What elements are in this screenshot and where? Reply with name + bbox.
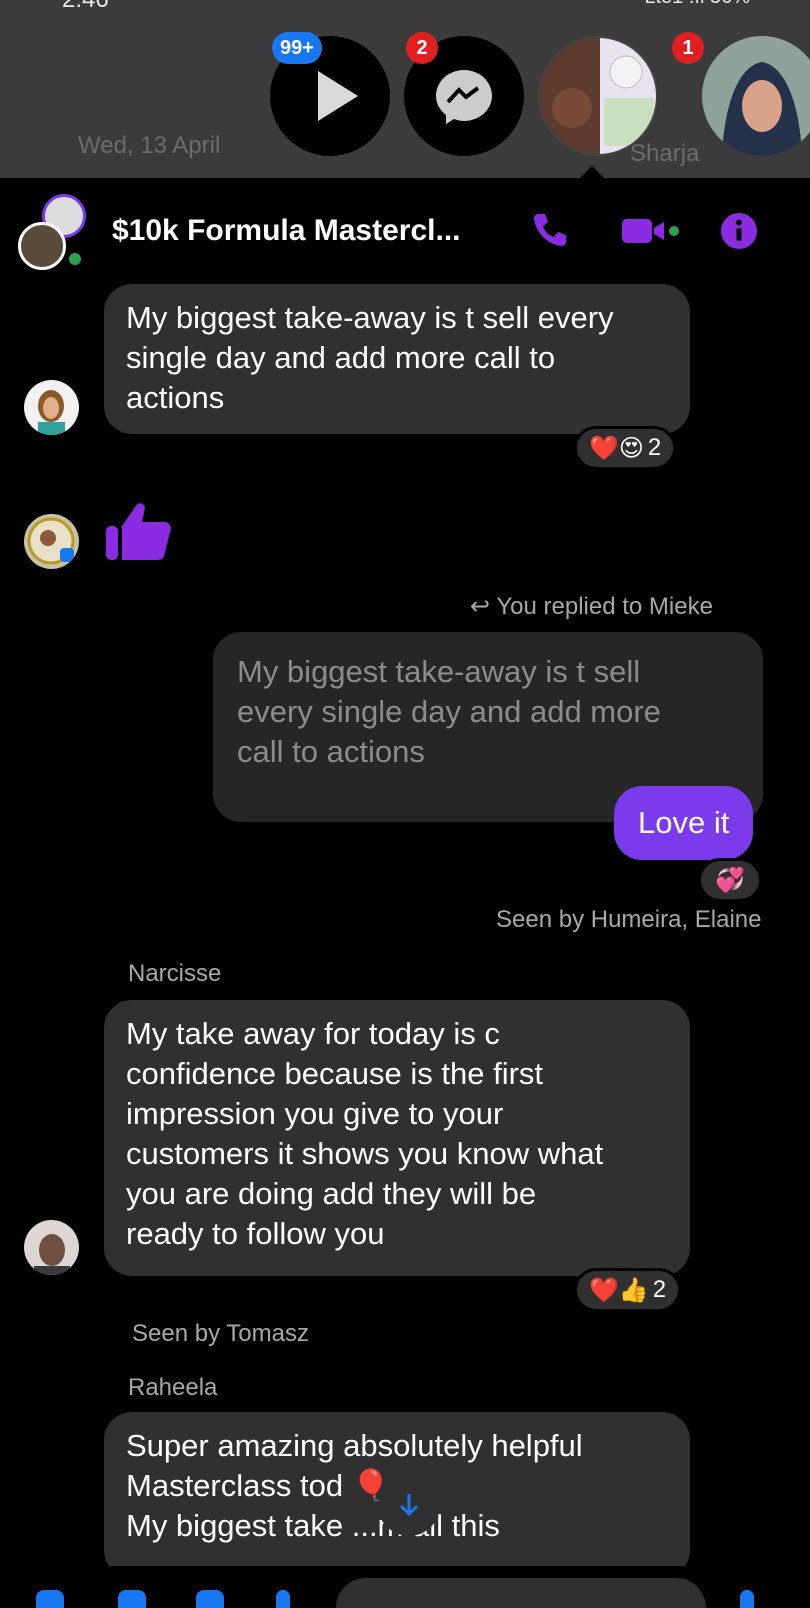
seen-receipt: Seen by Tomasz <box>132 1320 309 1347</box>
messenger-badge: 2 <box>406 32 438 64</box>
avatar[interactable] <box>24 1220 79 1275</box>
message-line: impression you give to your <box>126 1096 504 1131</box>
reaction-count: 2 <box>652 1276 667 1303</box>
reply-label: You replied to Mieke <box>496 593 713 620</box>
message-line: single day and add more call to <box>126 340 556 375</box>
gallery-icon[interactable] <box>196 1590 224 1608</box>
message-line: confidence because is the first <box>126 1056 544 1091</box>
status-indicators: Lte1 .ıl 56% <box>644 0 750 9</box>
quoted-line: call to actions <box>237 734 425 769</box>
group-chat-head[interactable] <box>538 36 658 156</box>
person-badge: 1 <box>672 32 704 64</box>
reaction-emojis: ❤️😍 <box>589 434 644 462</box>
background-location: Sharja <box>630 140 700 167</box>
chat-title[interactable]: $10k Formula Mastercl... <box>112 214 461 248</box>
menu-icon[interactable] <box>36 1590 64 1608</box>
message-line: actions <box>126 380 225 415</box>
sender-name: Narcisse <box>128 960 222 987</box>
background-date: Wed, 13 April <box>78 132 221 159</box>
scroll-to-bottom-button[interactable] <box>378 1474 440 1536</box>
message-line: My biggest take-away is t sell every <box>126 300 614 335</box>
like-send-icon[interactable] <box>740 1590 754 1608</box>
reaction-count: 2 <box>647 434 662 461</box>
quoted-line: every single day and add more <box>237 694 661 729</box>
reaction-pill[interactable]: ❤️😍 2 <box>574 426 677 470</box>
seen-receipt: Seen by Humeira, Elaine <box>496 906 762 933</box>
avatar[interactable] <box>24 514 79 569</box>
info-icon[interactable] <box>720 212 758 250</box>
avatar[interactable] <box>24 380 79 435</box>
thumbs-up-icon[interactable] <box>104 496 174 566</box>
video-badge: 99+ <box>272 32 322 64</box>
video-call-icon[interactable] <box>620 216 680 246</box>
reaction-pill[interactable]: ❤️👍 2 <box>574 1268 682 1312</box>
reaction-emojis: ❤️👍 <box>589 1276 649 1304</box>
reply-arrow-icon: ↩ <box>470 593 497 620</box>
reaction-emojis: 💞 <box>715 866 745 894</box>
message-line: you are doing add they will be <box>126 1176 537 1211</box>
message-line: Super amazing absolutely helpful <box>126 1428 583 1463</box>
camera-icon[interactable] <box>118 1590 146 1608</box>
quoted-line: My biggest take-away is t sell <box>237 654 641 689</box>
message-line: customers it shows you know what <box>126 1136 604 1171</box>
message-bubble[interactable]: My biggest take-away is t sell every sin… <box>104 284 690 434</box>
microphone-icon[interactable] <box>276 1590 290 1608</box>
outgoing-message[interactable]: Love it <box>614 786 754 860</box>
person-chat-head[interactable] <box>702 36 810 156</box>
group-photo <box>540 38 656 154</box>
message-line: ready to follow you <box>126 1216 385 1251</box>
message-input[interactable] <box>336 1578 706 1608</box>
reaction-pill[interactable]: 💞 <box>698 858 762 902</box>
message-line: My take away for today is c <box>126 1016 500 1051</box>
phone-call-icon[interactable] <box>530 210 570 250</box>
arrow-down-icon <box>399 1494 419 1517</box>
person-photo <box>722 62 802 156</box>
sender-name: Raheela <box>128 1374 218 1401</box>
status-bar: 2:46 Lte1 .ıl 56% <box>0 0 810 13</box>
status-time: 2:46 <box>62 0 109 14</box>
message-bubble[interactable]: My take away for today is c confidence b… <box>104 1000 690 1276</box>
online-indicator <box>66 250 84 268</box>
reply-indicator: ↩ You replied to Mieke <box>470 592 713 621</box>
group-avatar[interactable] <box>18 222 66 270</box>
